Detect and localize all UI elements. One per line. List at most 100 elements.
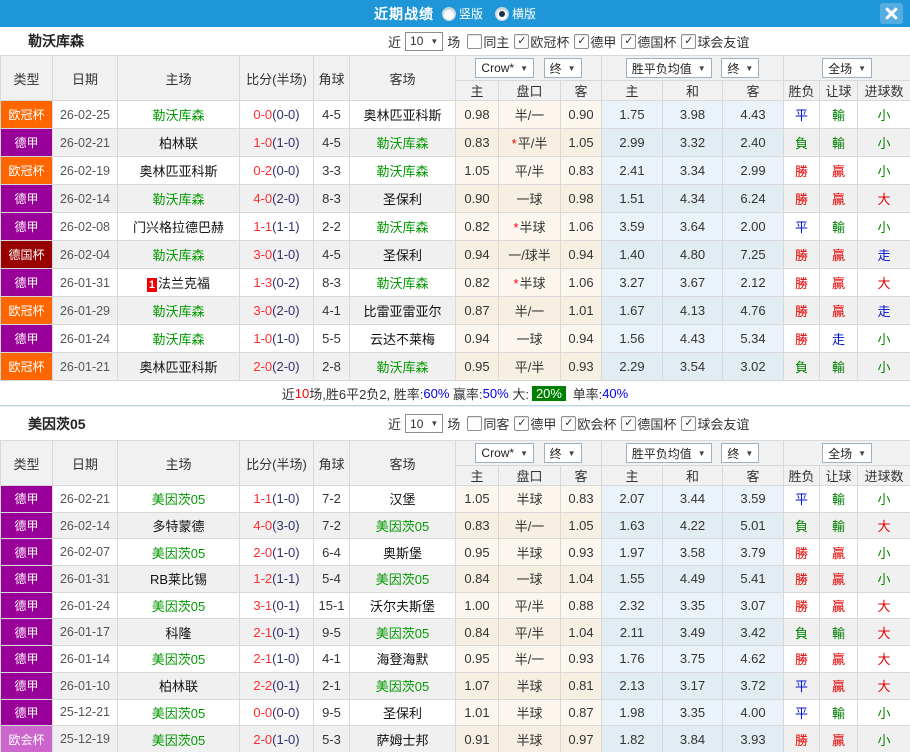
col-euro-away: 客 — [723, 466, 784, 486]
corner-score: 4-5 — [314, 241, 350, 269]
fulltime-score: 4-0 — [253, 191, 272, 206]
euro-home-odds: 1.76 — [602, 646, 663, 673]
col-away: 客场 — [350, 56, 456, 101]
goals-result-cell: 小 — [858, 353, 910, 381]
bookmaker-select[interactable]: Crow*▼ — [475, 58, 534, 78]
goals-result-cell: 小 — [858, 101, 910, 129]
score: 4-0(3-0) — [240, 512, 314, 539]
bookmaker-select[interactable]: Crow*▼ — [475, 443, 534, 463]
euro-away-odds: 4.43 — [723, 101, 784, 129]
asia-line-text: 半/一 — [515, 108, 545, 123]
league-filter-checkbox[interactable]: ✓德甲 — [574, 32, 616, 51]
checkbox-icon: ✓ — [514, 416, 529, 431]
fulltime-score: 1-1 — [253, 219, 272, 234]
asia-final-select[interactable]: 终▼ — [544, 58, 582, 78]
match-count-select[interactable]: 10▼ — [405, 32, 443, 51]
result-cell: 勝 — [784, 241, 820, 269]
col-date: 日期 — [53, 56, 118, 101]
layout-radio-horizontal[interactable]: 横版 — [495, 5, 536, 22]
match-row: 欧冠杯26-02-19奥林匹亚科斯0-2(0-0)3-3勒沃库森1.05平/半0… — [1, 157, 910, 185]
corner-score: 15-1 — [314, 592, 350, 619]
euro-final-select[interactable]: 终▼ — [721, 443, 759, 463]
checkbox-icon: ✓ — [681, 34, 696, 49]
match-date: 26-02-25 — [53, 101, 118, 129]
asia-line-text: 平/半 — [515, 626, 545, 641]
fulltime-select[interactable]: 全场▼ — [822, 443, 872, 463]
away-team: 海登海默 — [350, 646, 456, 673]
chevron-down-icon: ▼ — [858, 64, 866, 73]
league-filter-checkbox[interactable]: ✓德国杯 — [621, 414, 676, 433]
asia-away-odds: 0.90 — [561, 101, 602, 129]
league-filter-checkbox[interactable]: ✓德国杯 — [621, 32, 676, 51]
match-date: 25-12-19 — [53, 726, 118, 752]
col-handicap: 让球 — [820, 466, 858, 486]
avg-odds-select[interactable]: 胜平负均值▼ — [626, 58, 712, 78]
away-team-name: 美因茨05 — [376, 519, 429, 534]
summary-part: 赢率: — [449, 384, 482, 403]
same-venue-checkbox[interactable]: 同客 — [467, 414, 509, 433]
fulltime-score: 0-2 — [253, 163, 272, 178]
asia-home-odds: 0.98 — [456, 101, 499, 129]
result-cell: 勝 — [784, 185, 820, 213]
asia-home-odds: 1.05 — [456, 486, 499, 513]
league-filter-checkbox[interactable]: ✓球会友谊 — [681, 414, 749, 433]
euro-draw-odds: 3.84 — [663, 726, 723, 752]
euro-home-odds: 3.27 — [602, 269, 663, 297]
fulltime-score: 2-0 — [253, 545, 272, 560]
handicap-result-cell: 輸 — [820, 213, 858, 241]
euro-final-select[interactable]: 终▼ — [721, 58, 759, 78]
layout-radio-vertical[interactable]: 竖版 — [442, 5, 483, 22]
away-team: 美因茨05 — [350, 619, 456, 646]
asia-away-odds: 0.93 — [561, 353, 602, 381]
euro-home-odds: 2.11 — [602, 619, 663, 646]
fulltime-select[interactable]: 全场▼ — [822, 58, 872, 78]
section-header: 美因茨05 近 10▼ 场 同客 ✓德甲✓欧会杯✓德国杯✓球会友谊 — [0, 406, 910, 440]
asia-home-odds: 0.83 — [456, 129, 499, 157]
goals-result-cell: 大 — [858, 512, 910, 539]
asia-home-odds: 0.82 — [456, 269, 499, 297]
away-team-name: 勒沃库森 — [376, 276, 428, 291]
match-date: 26-02-14 — [53, 185, 118, 213]
handicap-result-cell: 贏 — [820, 672, 858, 699]
league-filter-checkbox[interactable]: ✓欧冠杯 — [514, 32, 569, 51]
corner-score: 8-3 — [314, 269, 350, 297]
league-filter-checkbox[interactable]: ✓球会友谊 — [681, 32, 749, 51]
home-team-name: 勒沃库森 — [152, 248, 204, 263]
summary-part: 场,胜6平2负2, — [309, 384, 394, 403]
euro-away-odds: 3.59 — [723, 486, 784, 513]
league-filter-checkbox[interactable]: ✓德甲 — [514, 414, 556, 433]
euro-home-odds: 1.55 — [602, 566, 663, 593]
matches-body: 德甲26-02-21美因茨051-1(1-0)7-2汉堡1.05半球0.832.… — [1, 486, 910, 752]
euro-draw-odds: 4.49 — [663, 566, 723, 593]
match-count-select[interactable]: 10▼ — [405, 414, 443, 433]
euro-home-odds: 1.82 — [602, 726, 663, 752]
match-row: 德甲26-01-10柏林联2-2(0-1)2-1美因茨051.07半球0.812… — [1, 672, 910, 699]
asia-away-odds: 0.88 — [561, 592, 602, 619]
handicap-result-cell: 贏 — [820, 592, 858, 619]
league-filter-checkbox[interactable]: ✓欧会杯 — [561, 414, 616, 433]
goals-result-cell: 小 — [858, 566, 910, 593]
fulltime-score: 3-1 — [253, 598, 272, 613]
chevron-down-icon: ▼ — [568, 64, 576, 73]
same-venue-checkbox[interactable]: 同主 — [467, 32, 509, 51]
fulltime-score: 2-2 — [253, 678, 272, 693]
match-date: 26-02-08 — [53, 213, 118, 241]
close-icon[interactable] — [880, 3, 903, 24]
away-team-name: 圣保利 — [383, 706, 422, 721]
asia-away-odds: 1.01 — [561, 297, 602, 325]
asia-line: 一球 — [499, 185, 561, 213]
halftime-score: (1-1) — [272, 219, 299, 234]
col-euro-away: 客 — [723, 81, 784, 101]
handicap-result-cell: 贏 — [820, 297, 858, 325]
asia-final-select[interactable]: 终▼ — [544, 443, 582, 463]
euro-away-odds: 3.93 — [723, 726, 784, 752]
col-score: 比分(半场) — [240, 56, 314, 101]
euro-away-odds: 6.24 — [723, 185, 784, 213]
score: 2-1(1-0) — [240, 646, 314, 673]
avg-odds-select[interactable]: 胜平负均值▼ — [626, 443, 712, 463]
checkbox-icon: ✓ — [561, 416, 576, 431]
halftime-score: (3-0) — [272, 518, 299, 533]
asia-home-odds: 0.84 — [456, 619, 499, 646]
asia-line-text: 半/一 — [515, 652, 545, 667]
score: 0-0(0-0) — [240, 699, 314, 726]
